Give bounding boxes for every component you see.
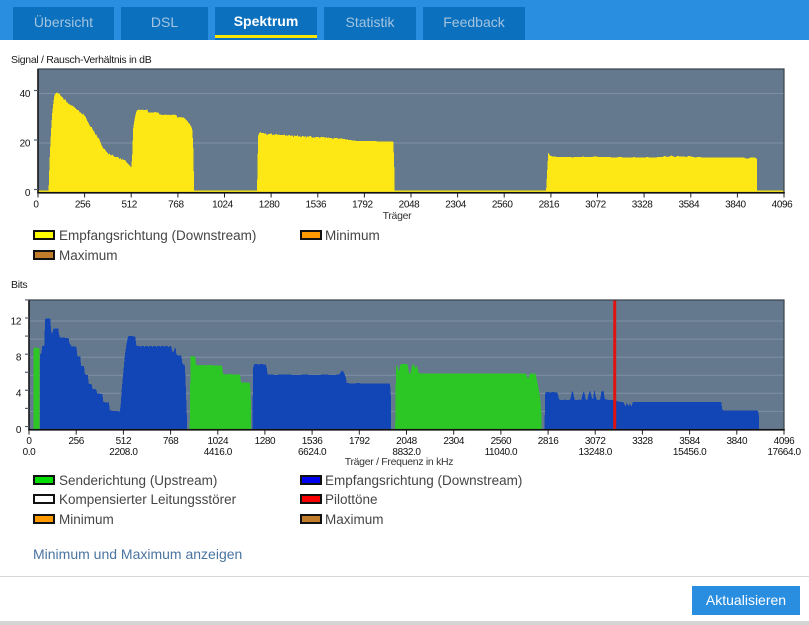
svg-text:11040.0: 11040.0 <box>485 447 518 458</box>
svg-text:2048: 2048 <box>399 200 420 211</box>
svg-text:2560: 2560 <box>491 436 512 447</box>
svg-text:17664.0: 17664.0 <box>767 447 801 458</box>
svg-text:256: 256 <box>68 436 84 447</box>
svg-text:3584: 3584 <box>678 200 699 211</box>
svg-text:15456.0: 15456.0 <box>673 447 707 458</box>
svg-text:3328: 3328 <box>632 200 653 211</box>
svg-text:2208.0: 2208.0 <box>109 447 138 458</box>
svg-text:13248.0: 13248.0 <box>579 447 613 458</box>
svg-text:2560: 2560 <box>492 200 513 211</box>
svg-text:1792: 1792 <box>352 200 373 211</box>
svg-text:2304: 2304 <box>443 436 464 447</box>
svg-text:0: 0 <box>33 200 39 211</box>
svg-text:0: 0 <box>16 425 22 436</box>
svg-text:0: 0 <box>26 436 32 447</box>
svg-text:768: 768 <box>163 436 179 447</box>
svg-text:256: 256 <box>75 200 91 211</box>
svg-text:1280: 1280 <box>259 200 280 211</box>
svg-text:1280: 1280 <box>255 436 276 447</box>
svg-text:3072: 3072 <box>585 200 606 211</box>
svg-text:40: 40 <box>20 89 31 100</box>
svg-text:768: 768 <box>168 200 184 211</box>
svg-text:4096: 4096 <box>774 436 795 447</box>
svg-text:1536: 1536 <box>302 436 323 447</box>
svg-text:12: 12 <box>11 316 22 327</box>
svg-text:512: 512 <box>116 436 132 447</box>
svg-text:Signal / Rausch-Verhältnis in: Signal / Rausch-Verhältnis in dB <box>11 54 152 66</box>
svg-text:4: 4 <box>16 389 22 400</box>
svg-text:6624.0: 6624.0 <box>298 447 327 458</box>
svg-text:Bits: Bits <box>11 279 27 291</box>
svg-text:3840: 3840 <box>725 200 746 211</box>
svg-text:3584: 3584 <box>679 436 700 447</box>
svg-text:3072: 3072 <box>585 436 606 447</box>
svg-text:4416.0: 4416.0 <box>204 447 233 458</box>
svg-text:3328: 3328 <box>632 436 653 447</box>
svg-text:4096: 4096 <box>772 200 793 211</box>
svg-text:1536: 1536 <box>305 200 326 211</box>
svg-text:3840: 3840 <box>726 436 747 447</box>
svg-text:512: 512 <box>121 200 137 211</box>
svg-text:1024: 1024 <box>207 436 228 447</box>
svg-text:2048: 2048 <box>396 436 417 447</box>
svg-text:Träger / Frequenz in kHz: Träger / Frequenz in kHz <box>345 456 454 468</box>
svg-text:2816: 2816 <box>539 200 560 211</box>
svg-text:8: 8 <box>16 353 22 364</box>
svg-text:1024: 1024 <box>212 200 233 211</box>
svg-text:0: 0 <box>25 188 31 199</box>
svg-text:2816: 2816 <box>538 436 559 447</box>
svg-text:1792: 1792 <box>349 436 370 447</box>
svg-text:0.0: 0.0 <box>23 447 37 458</box>
svg-text:Träger: Träger <box>383 210 413 222</box>
svg-text:20: 20 <box>20 138 31 149</box>
svg-text:2304: 2304 <box>445 200 466 211</box>
